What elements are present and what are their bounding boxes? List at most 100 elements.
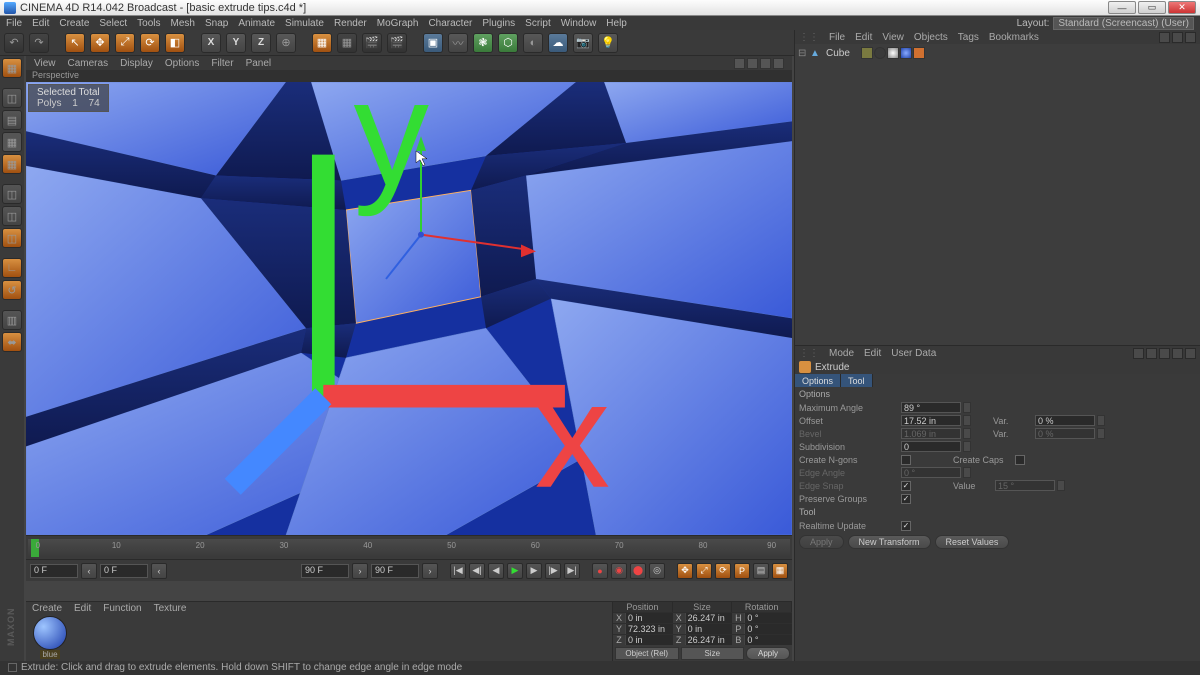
- object-tree[interactable]: ⊟ ▲ Cube: [795, 44, 1200, 345]
- render-region[interactable]: ▦: [337, 33, 357, 53]
- range-start-spin[interactable]: ‹: [81, 563, 97, 579]
- deformer-icon[interactable]: ◐: [523, 33, 543, 53]
- tab-options[interactable]: Options: [795, 374, 841, 387]
- viewport-3d[interactable]: Selected Total Polys174 y x: [26, 82, 792, 535]
- size-mode[interactable]: Size: [681, 647, 745, 660]
- size-y[interactable]: 0 in: [685, 624, 733, 634]
- timeline[interactable]: 0 10 20 30 40 50 60 70 80 90: [26, 535, 792, 559]
- vp-menu-display[interactable]: Display: [120, 58, 153, 69]
- vp-rotate-icon[interactable]: [760, 58, 771, 69]
- menu-file[interactable]: File: [6, 18, 22, 29]
- prev-frame[interactable]: ◀: [488, 563, 504, 579]
- primitive-cube[interactable]: ▣: [423, 33, 443, 53]
- redo-button[interactable]: ↷: [29, 33, 49, 53]
- phong-tag[interactable]: [887, 47, 899, 59]
- environment-icon[interactable]: ☁: [548, 33, 568, 53]
- attr-lock-icon[interactable]: [1172, 348, 1183, 359]
- object-row-cube[interactable]: ⊟ ▲ Cube: [798, 47, 1197, 59]
- goto-end[interactable]: ▶|: [564, 563, 580, 579]
- size-x[interactable]: 26.247 in: [685, 613, 733, 623]
- snap-toggle[interactable]: ⬌: [2, 332, 22, 352]
- menu-select[interactable]: Select: [99, 18, 127, 29]
- key-pla[interactable]: ▤: [753, 563, 769, 579]
- obj-layout-icon[interactable]: [1185, 32, 1196, 43]
- nurbs-icon[interactable]: ❃: [473, 33, 493, 53]
- rot-b[interactable]: 0 °: [744, 635, 792, 645]
- mat-menu-create[interactable]: Create: [32, 603, 62, 614]
- attr-up-icon[interactable]: [1159, 348, 1170, 359]
- obj-menu-bookmarks[interactable]: Bookmarks: [989, 32, 1039, 43]
- menu-simulate[interactable]: Simulate: [285, 18, 324, 29]
- uv-point-mode[interactable]: ▦: [2, 154, 22, 174]
- key-rot[interactable]: ⟳: [715, 563, 731, 579]
- menu-script[interactable]: Script: [525, 18, 551, 29]
- key-options[interactable]: ◎: [649, 563, 665, 579]
- texture-mode[interactable]: ▤: [2, 110, 22, 130]
- render-view[interactable]: ▦: [312, 33, 332, 53]
- texture-tag[interactable]: [900, 47, 912, 59]
- rotate-tool[interactable]: ⟳: [140, 33, 160, 53]
- menu-animate[interactable]: Animate: [238, 18, 275, 29]
- uv-polygon-mode[interactable]: ▦: [2, 132, 22, 152]
- vp-zoom-icon[interactable]: [747, 58, 758, 69]
- recent-tool[interactable]: ◧: [165, 33, 185, 53]
- caps-check[interactable]: [1015, 455, 1025, 465]
- z-axis-lock[interactable]: Z: [251, 33, 271, 53]
- play-forward[interactable]: ▶: [507, 563, 523, 579]
- ngons-check[interactable]: [901, 455, 911, 465]
- material-swatch[interactable]: blue: [30, 616, 70, 659]
- range-end-spin[interactable]: ›: [352, 563, 368, 579]
- polygon-mode[interactable]: ◫: [2, 228, 22, 248]
- obj-menu-tags[interactable]: Tags: [958, 32, 979, 43]
- next-frame[interactable]: ▶: [526, 563, 542, 579]
- minimize-button[interactable]: —: [1108, 1, 1136, 14]
- undo-button[interactable]: ↶: [4, 33, 24, 53]
- rot-p[interactable]: 0 °: [744, 624, 792, 634]
- menu-snap[interactable]: Snap: [205, 18, 228, 29]
- rot-h[interactable]: 0 °: [744, 613, 792, 623]
- keyframe-sel[interactable]: ⬤: [630, 563, 646, 579]
- frame-spin[interactable]: ‹: [151, 563, 167, 579]
- visibility-tag[interactable]: [861, 47, 873, 59]
- maximize-button[interactable]: ▭: [1138, 1, 1166, 14]
- goto-start[interactable]: |◀: [450, 563, 466, 579]
- obj-menu-objects[interactable]: Objects: [914, 32, 948, 43]
- vp-menu-options[interactable]: Options: [165, 58, 199, 69]
- menu-help[interactable]: Help: [606, 18, 627, 29]
- layout-selector[interactable]: Standard (Screencast) (User): [1053, 17, 1194, 30]
- menu-edit[interactable]: Edit: [32, 18, 49, 29]
- record-key[interactable]: ●: [592, 563, 608, 579]
- menu-plugins[interactable]: Plugins: [482, 18, 515, 29]
- axis-mode[interactable]: ∟: [2, 258, 22, 278]
- obj-menu-edit[interactable]: Edit: [855, 32, 872, 43]
- goto-prevkey[interactable]: ◀|: [469, 563, 485, 579]
- max-angle-field[interactable]: 89 °: [901, 402, 961, 413]
- realtime-check[interactable]: ✓: [901, 521, 911, 531]
- select-tool[interactable]: ↖: [65, 33, 85, 53]
- menu-window[interactable]: Window: [561, 18, 597, 29]
- goto-nextkey[interactable]: |▶: [545, 563, 561, 579]
- vp-menu-view[interactable]: View: [34, 58, 56, 69]
- coord-system[interactable]: ⊕: [276, 33, 296, 53]
- preserve-check[interactable]: ✓: [901, 494, 911, 504]
- pos-x[interactable]: 0 in: [625, 613, 673, 623]
- autokey[interactable]: ◉: [611, 563, 627, 579]
- vp-menu-panel[interactable]: Panel: [246, 58, 272, 69]
- status-checkbox[interactable]: [8, 663, 17, 672]
- mat-menu-function[interactable]: Function: [103, 603, 141, 614]
- tweak-mode[interactable]: ↺: [2, 280, 22, 300]
- move-tool[interactable]: ✥: [90, 33, 110, 53]
- pos-y[interactable]: 72.323 in: [625, 624, 673, 634]
- attr-menu-mode[interactable]: Mode: [829, 348, 854, 359]
- edge-mode[interactable]: ◫: [2, 206, 22, 226]
- vp-menu-filter[interactable]: Filter: [211, 58, 233, 69]
- generator-icon[interactable]: ⬡: [498, 33, 518, 53]
- menu-create[interactable]: Create: [59, 18, 89, 29]
- vp-maximize-icon[interactable]: [773, 58, 784, 69]
- render-settings[interactable]: 🎬: [387, 33, 407, 53]
- offset-var[interactable]: 0 %: [1035, 415, 1095, 426]
- key-param[interactable]: P: [734, 563, 750, 579]
- attr-back-icon[interactable]: [1133, 348, 1144, 359]
- menu-mesh[interactable]: Mesh: [171, 18, 195, 29]
- key-scale[interactable]: ⤢: [696, 563, 712, 579]
